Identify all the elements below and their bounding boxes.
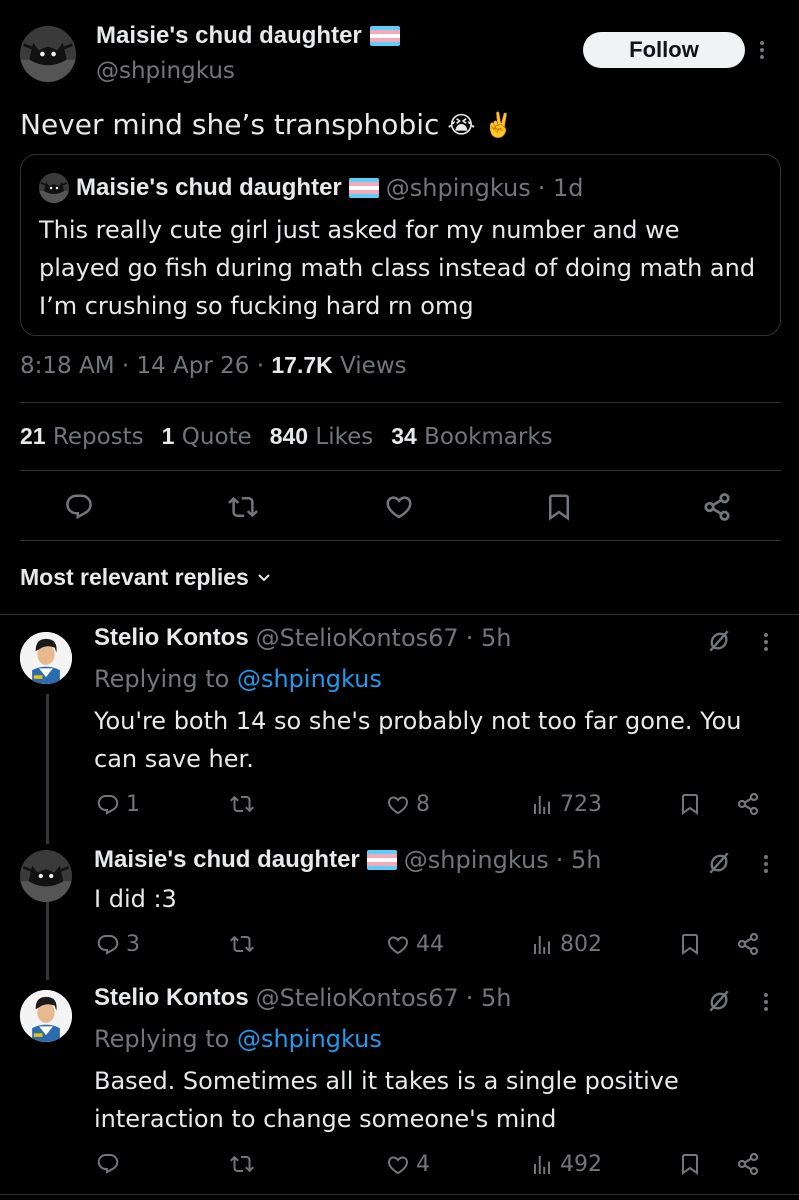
grok-icon[interactable]	[706, 988, 732, 1014]
share-action[interactable]	[736, 932, 760, 956]
victory-hand-emoji: ✌️	[483, 110, 514, 139]
repost-action[interactable]	[230, 1152, 260, 1176]
like-action[interactable]: 8	[386, 792, 430, 817]
tweet-text: Never mind she’s transphobic 😭 ✌️	[20, 108, 513, 141]
like-icon[interactable]	[384, 492, 414, 522]
reply-author-name[interactable]: Stelio Kontos	[94, 624, 249, 652]
reply-header: Stelio Kontos @StelioKontos67 · 5h	[94, 984, 511, 1012]
sort-label: Most relevant replies	[20, 564, 249, 590]
reply-avatar[interactable]	[20, 850, 72, 902]
divider	[20, 402, 781, 403]
reply-icon[interactable]	[64, 492, 94, 522]
views-action[interactable]: 723	[530, 792, 602, 817]
reply-avatar[interactable]	[20, 990, 72, 1042]
thread-line	[46, 694, 49, 844]
quote-author-avatar	[39, 173, 69, 203]
repost-icon[interactable]	[228, 492, 258, 522]
more-options-icon[interactable]	[758, 38, 766, 62]
more-options-icon[interactable]	[762, 990, 770, 1014]
more-options-icon[interactable]	[762, 852, 770, 876]
reply-text: You're both 14 so she's probably not too…	[94, 707, 742, 773]
like-action[interactable]: 44	[386, 932, 444, 957]
repost-action[interactable]	[230, 792, 260, 816]
quoted-tweet[interactable]: Maisie's chud daughter @shpingkus · 1d T…	[20, 154, 781, 336]
author-name-text: Maisie's chud daughter	[96, 22, 362, 49]
like-action[interactable]: 4	[386, 1152, 430, 1177]
quote-author-name: Maisie's chud daughter	[76, 174, 342, 201]
author-name[interactable]: Maisie's chud daughter	[96, 22, 400, 50]
grok-icon[interactable]	[706, 628, 732, 654]
reply-age[interactable]: · 5h	[466, 624, 512, 652]
reply-avatar[interactable]	[20, 632, 72, 684]
share-action[interactable]	[736, 1152, 760, 1176]
mention-link[interactable]: @shpingkus	[237, 1025, 382, 1053]
reply-header: Stelio Kontos @StelioKontos67 · 5h	[94, 624, 511, 652]
thread-line	[46, 900, 49, 980]
loudly-crying-emoji: 😭	[447, 110, 476, 139]
engagement-stats: 21 Reposts 1 Quote 840 Likes 34 Bookmark…	[20, 423, 553, 450]
tweet-time[interactable]: 8:18 AM	[20, 353, 115, 379]
divider	[20, 470, 781, 471]
divider	[0, 614, 799, 615]
quotes-stat[interactable]: 1 Quote	[162, 423, 252, 450]
more-options-icon[interactable]	[762, 630, 770, 654]
chevron-down-icon	[257, 573, 271, 583]
mention-link[interactable]: @shpingkus	[237, 665, 382, 693]
divider	[20, 540, 781, 541]
likes-stat[interactable]: 840 Likes	[270, 423, 374, 450]
author-handle[interactable]: @shpingkus	[96, 58, 235, 84]
views-label: Views	[340, 353, 407, 379]
grok-icon[interactable]	[706, 850, 732, 876]
reply-author-handle[interactable]: @shpingkus	[404, 846, 549, 874]
reply-action[interactable]: 3	[96, 932, 140, 957]
reply-author-name[interactable]: Maisie's chud daughter	[94, 846, 360, 874]
quote-text: This really cute girl just asked for my …	[39, 216, 756, 320]
repost-action[interactable]	[230, 932, 260, 956]
trans-flag-icon	[367, 850, 397, 870]
reposts-stat[interactable]: 21 Reposts	[20, 423, 144, 450]
reply-header: Maisie's chud daughter @shpingkus · 5h	[94, 846, 601, 874]
divider	[0, 1194, 799, 1195]
reply-action[interactable]: 1	[96, 792, 140, 817]
reply-age[interactable]: · 5h	[466, 984, 512, 1012]
reply-author-handle[interactable]: @StelioKontos67	[256, 984, 459, 1012]
author-avatar[interactable]	[20, 26, 76, 82]
bookmark-icon[interactable]	[544, 492, 574, 522]
bookmark-action[interactable]	[678, 932, 702, 956]
reply-action[interactable]	[96, 1152, 126, 1176]
reply-author-handle[interactable]: @StelioKontos67	[256, 624, 459, 652]
tweet-meta: 8:18 AM · 14 Apr 26 · 17.7K Views	[20, 352, 407, 379]
trans-flag-icon	[370, 26, 400, 46]
tweet-date[interactable]: 14 Apr 26	[136, 353, 249, 379]
bookmark-action[interactable]	[678, 792, 702, 816]
quote-header: Maisie's chud daughter @shpingkus · 1d	[39, 173, 583, 203]
quote-age: · 1d	[537, 174, 584, 202]
replying-to: Replying to @shpingkus	[94, 1025, 382, 1053]
views-action[interactable]: 802	[530, 932, 602, 957]
bookmarks-stat[interactable]: 34 Bookmarks	[391, 423, 552, 450]
reply-sort-selector[interactable]: Most relevant replies	[20, 564, 271, 591]
reply-age[interactable]: · 5h	[556, 846, 602, 874]
replying-to: Replying to @shpingkus	[94, 665, 382, 693]
follow-button[interactable]: Follow	[583, 32, 745, 68]
tweet-text-body: Never mind she’s transphobic	[20, 108, 440, 141]
share-action[interactable]	[736, 792, 760, 816]
views-action[interactable]: 492	[530, 1152, 602, 1177]
reply-author-name[interactable]: Stelio Kontos	[94, 984, 249, 1012]
quote-author-handle: @shpingkus	[385, 174, 531, 202]
trans-flag-icon	[349, 178, 379, 198]
reply-text: Based. Sometimes all it takes is a singl…	[94, 1067, 679, 1133]
bookmark-action[interactable]	[678, 1152, 702, 1176]
views-count: 17.7K	[271, 352, 333, 378]
share-icon[interactable]	[702, 492, 732, 522]
reply-text: I did :3	[94, 885, 177, 913]
